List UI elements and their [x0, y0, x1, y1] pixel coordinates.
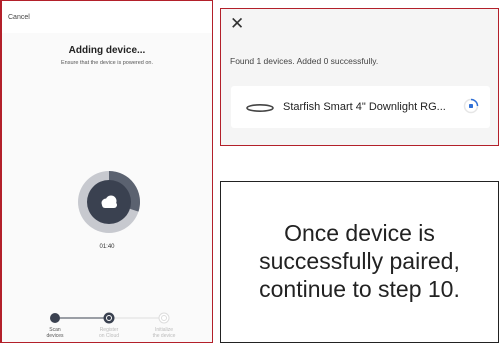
step-label-initialize: Initialize the device	[152, 327, 176, 339]
loading-spinner-icon	[463, 98, 479, 114]
step-label-register: Register on Cloud	[98, 327, 119, 339]
device-name: Starfish Smart 4" Downlight RG...	[283, 101, 446, 113]
progress-steps: Scan devices Register on Cloud Initializ…	[2, 309, 212, 344]
found-status-text: Found 1 devices. Added 0 successfully.	[230, 56, 379, 66]
progress-ring	[77, 170, 141, 234]
close-icon[interactable]: ✕	[230, 15, 244, 32]
step-register-icon	[103, 312, 115, 324]
page-title: Adding device...	[68, 45, 146, 56]
found-devices-dialog: ✕ Found 1 devices. Added 0 successfully.…	[220, 8, 499, 146]
step-scan-icon	[50, 313, 60, 323]
step-label-scan: Scan devices	[46, 327, 64, 339]
cancel-button[interactable]: Cancel	[8, 14, 30, 21]
top-bar: Cancel	[2, 1, 212, 33]
countdown-timer: 01:40	[99, 244, 115, 250]
instruction-box: Once device is successfully paired, cont…	[220, 181, 499, 343]
adding-device-screen: Cancel Adding device... Ensure that the …	[0, 0, 213, 343]
page-subtitle: Ensure that the device is powered on.	[60, 60, 154, 66]
step-initialize-icon	[158, 312, 170, 324]
device-list-item[interactable]: Starfish Smart 4" Downlight RG...	[231, 86, 490, 128]
downlight-icon	[246, 103, 274, 113]
instruction-text: Once device is successfully paired, cont…	[259, 220, 460, 302]
